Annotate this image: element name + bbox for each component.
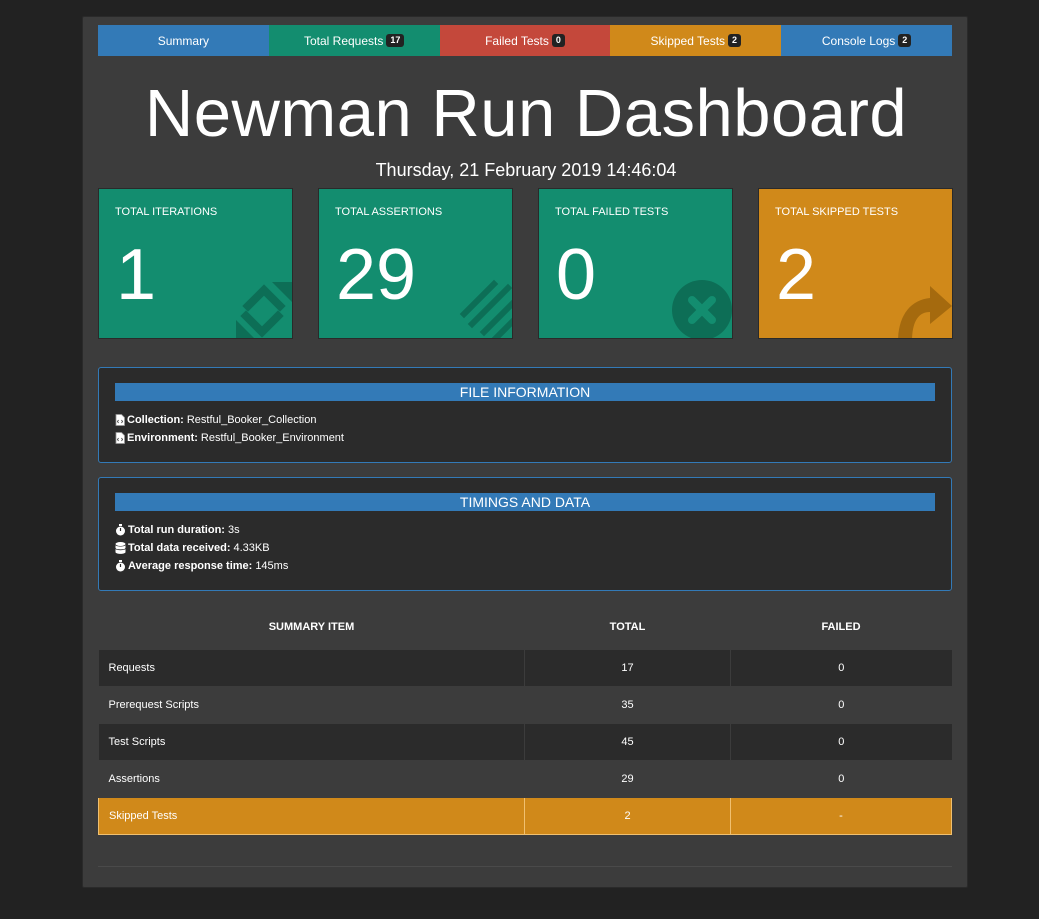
row-failed: 0 [730, 723, 952, 761]
tab-label: Summary [157, 33, 210, 48]
footer-divider [98, 866, 952, 867]
environment-label: Environment: [127, 432, 198, 444]
tab-label: Console Logs [821, 33, 896, 48]
duration-line: Total run duration: 3s [115, 523, 240, 537]
response-time-line: Average response time: 145ms [115, 559, 288, 573]
row-failed: 0 [730, 686, 952, 724]
response-time-label: Average response time: [128, 560, 253, 572]
column-header-summary-item: SUMMARY ITEM [98, 604, 525, 650]
file-information-panel: FILE INFORMATION Collection: Restful_Boo… [98, 367, 952, 463]
card-total-skipped-tests: TOTAL SKIPPED TESTS 2 [758, 188, 953, 339]
environment-line: Environment: Restful_Booker_Environment [115, 431, 344, 445]
nav-tabs: Summary Total Requests 17 Failed Tests 0… [98, 25, 952, 56]
column-header-failed: FAILED [730, 604, 952, 650]
collection-label: Collection: [127, 414, 184, 426]
response-time-value: 145ms [255, 560, 289, 572]
row-total: 17 [524, 650, 731, 687]
tab-skipped-tests[interactable]: Skipped Tests 2 [610, 25, 782, 56]
card-value: 2 [776, 235, 817, 315]
row-total: 35 [524, 686, 731, 724]
table-row: Test Scripts 45 0 [98, 723, 952, 761]
times-circle-icon [672, 280, 732, 338]
data-received-line: Total data received: 4.33KB [115, 541, 270, 555]
row-failed: 0 [730, 760, 952, 798]
row-failed: 0 [730, 650, 952, 687]
collection-line: Collection: Restful_Booker_Collection [115, 413, 316, 427]
tab-label: Failed Tests [485, 33, 549, 48]
card-label: TOTAL SKIPPED TESTS [775, 206, 899, 218]
page-title: Newman Run Dashboard [144, 76, 908, 151]
file-code-icon [115, 414, 125, 426]
tab-total-requests[interactable]: Total Requests 17 [268, 25, 440, 56]
data-received-value: 4.33KB [233, 542, 270, 554]
table-row: Prerequest Scripts 35 0 [98, 686, 952, 724]
stopwatch-icon [116, 560, 125, 572]
table-row-skipped: Skipped Tests 2 - [98, 797, 952, 835]
tab-label: Skipped Tests [650, 33, 726, 48]
tasks-icon [459, 279, 512, 338]
card-label: TOTAL ITERATIONS [115, 206, 218, 218]
tab-console-logs[interactable]: Console Logs 2 [781, 25, 952, 56]
table-row: Requests 17 0 [98, 650, 952, 687]
summary-table: SUMMARY ITEM TOTAL FAILED Requests 17 0 … [98, 604, 952, 835]
row-total: 45 [524, 723, 731, 761]
row-item: Prerequest Scripts [98, 686, 525, 724]
sync-icon [236, 282, 292, 338]
share-arrow-icon [898, 286, 952, 338]
environment-value: Restful_Booker_Environment [200, 432, 344, 444]
duration-label: Total run duration: [128, 524, 225, 536]
tab-label: Total Requests [303, 33, 384, 48]
card-total-failed-tests: TOTAL FAILED TESTS 0 [538, 188, 733, 339]
run-date: Thursday, 21 February 2019 14:46:04 [375, 160, 677, 180]
timings-data-panel: TIMINGS AND DATA Total run duration: 3s … [98, 477, 952, 591]
row-item: Requests [98, 650, 525, 687]
count-badge: 17 [386, 34, 405, 47]
card-value: 0 [556, 235, 597, 315]
card-total-assertions: TOTAL ASSERTIONS 29 [318, 188, 513, 339]
file-code-icon [115, 432, 125, 444]
count-badge: 2 [728, 34, 742, 47]
table-row: Assertions 29 0 [98, 760, 952, 798]
data-received-label: Total data received: [128, 542, 231, 554]
card-total-iterations: TOTAL ITERATIONS 1 [98, 188, 293, 339]
card-value: 29 [336, 235, 417, 315]
panel-heading: TIMINGS AND DATA [115, 493, 935, 511]
duration-value: 3s [227, 524, 240, 536]
panel-heading: FILE INFORMATION [115, 383, 935, 401]
row-item: Skipped Tests [98, 797, 525, 835]
column-header-total: TOTAL [524, 604, 731, 650]
row-failed: - [730, 797, 952, 835]
card-value: 1 [116, 235, 157, 315]
tab-failed-tests[interactable]: Failed Tests 0 [439, 25, 611, 56]
database-icon [115, 542, 126, 554]
count-badge: 2 [898, 34, 912, 47]
count-badge: 0 [551, 34, 565, 47]
dashboard-container: Summary Total Requests 17 Failed Tests 0… [82, 16, 968, 888]
tab-summary[interactable]: Summary [98, 25, 269, 56]
card-label: TOTAL FAILED TESTS [555, 206, 669, 218]
row-item: Assertions [98, 760, 525, 798]
card-label: TOTAL ASSERTIONS [335, 206, 443, 218]
row-total: 2 [524, 797, 731, 835]
stopwatch-icon [116, 524, 125, 536]
row-item: Test Scripts [98, 723, 525, 761]
row-total: 29 [524, 760, 731, 798]
collection-value: Restful_Booker_Collection [186, 414, 317, 426]
table-header-row: SUMMARY ITEM TOTAL FAILED [98, 604, 952, 650]
